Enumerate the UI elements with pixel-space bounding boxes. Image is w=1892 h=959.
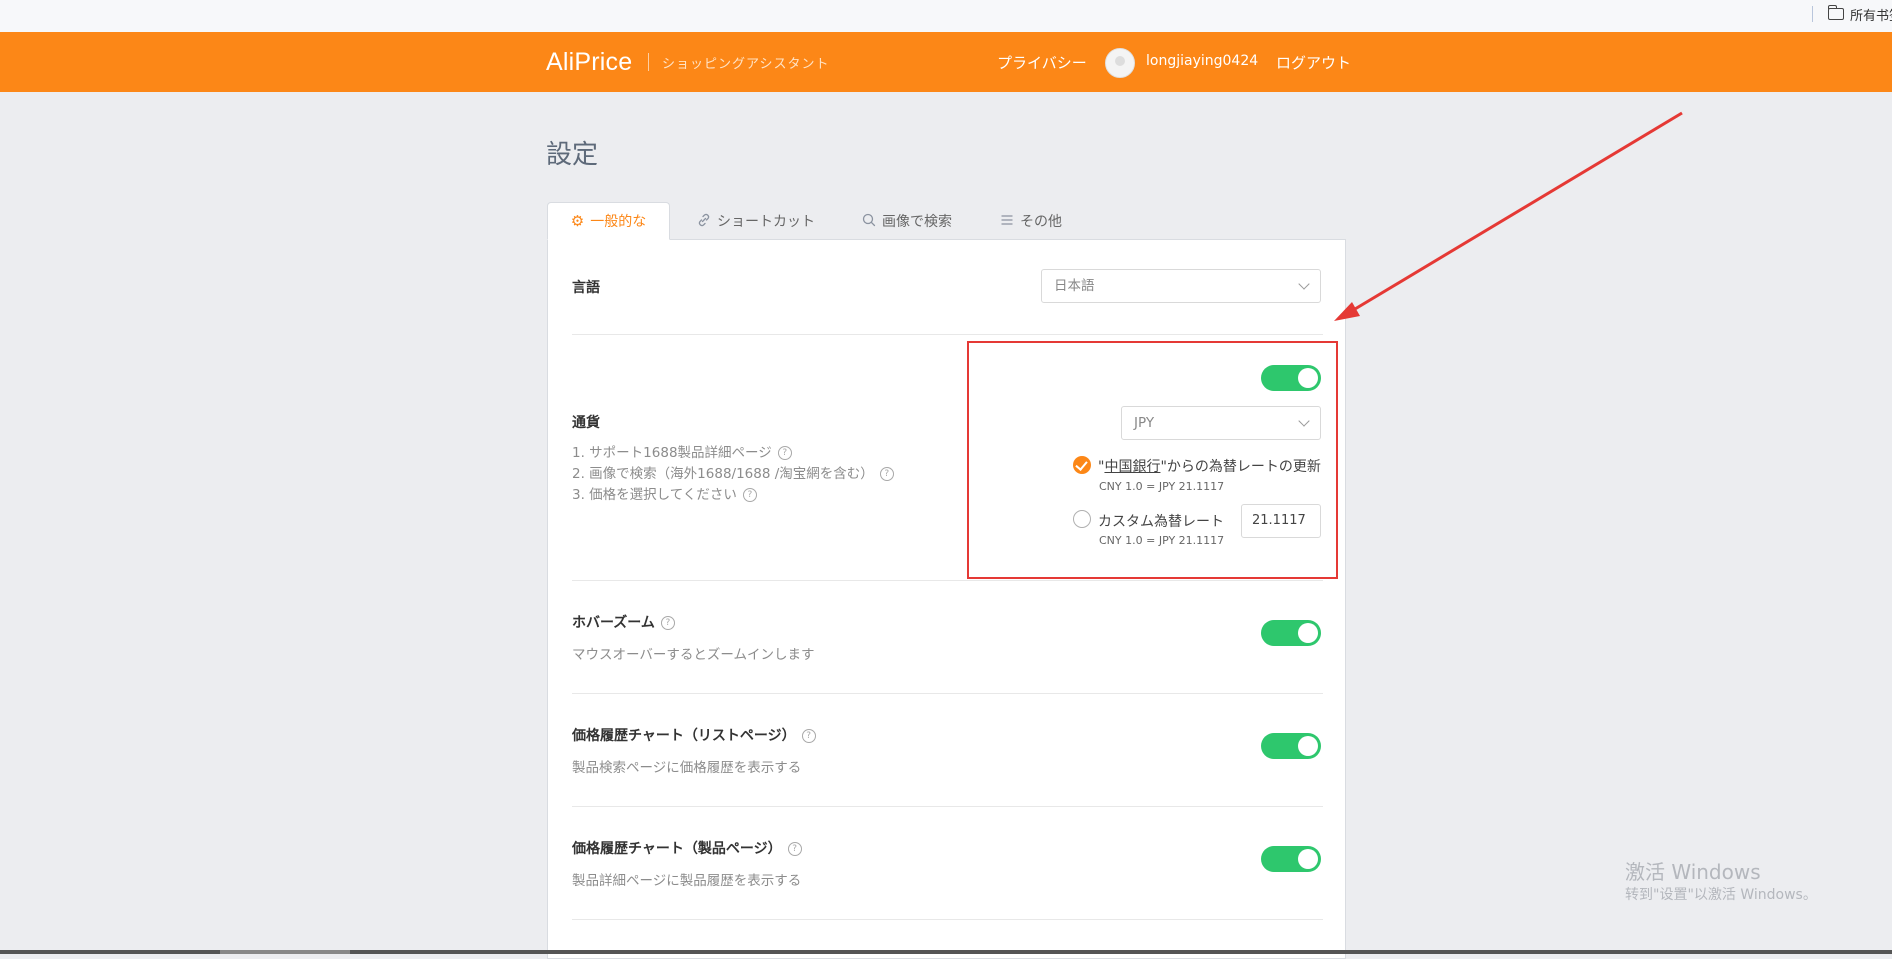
windows-watermark-title: 激活 Windows (1625, 860, 1761, 884)
gear-icon: ⚙ (570, 211, 585, 230)
annotation-arrow (1334, 111, 1683, 321)
tab-label: 一般的な (590, 214, 647, 230)
windows-watermark-sub: 转到"设置"以激活 Windows。 (1625, 887, 1817, 903)
taskbar (0, 950, 1892, 954)
tab-general[interactable]: ⚙ 一般的な (547, 202, 670, 240)
taskbar-item[interactable] (220, 950, 350, 954)
